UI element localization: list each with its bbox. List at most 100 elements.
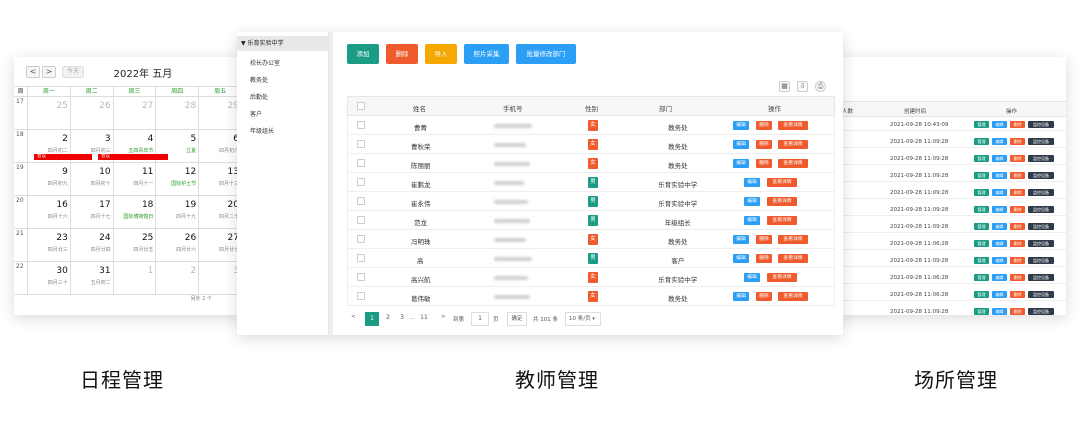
- monitor-device-button[interactable]: 监控设备: [1028, 291, 1054, 298]
- calendar-day-cell[interactable]: 17 四月十七: [71, 196, 114, 228]
- page-3-button[interactable]: 3: [395, 312, 409, 326]
- delete-button[interactable]: 删除: [1010, 257, 1025, 264]
- monitor-device-button[interactable]: 监控设备: [1028, 172, 1054, 179]
- tree-item[interactable]: 教务处: [250, 75, 268, 84]
- edit-button[interactable]: 编辑: [992, 172, 1007, 179]
- calendar-day-cell[interactable]: 30 四月三十: [28, 262, 71, 294]
- delete-button[interactable]: 删除: [1010, 189, 1025, 196]
- manage-button[interactable]: 管理: [974, 172, 989, 179]
- calendar-day-cell[interactable]: 10 四月初十: [71, 163, 114, 195]
- import-button[interactable]: 导入: [425, 44, 457, 64]
- edit-button[interactable]: 编辑: [992, 121, 1007, 128]
- manage-button[interactable]: 管理: [974, 121, 989, 128]
- edit-button[interactable]: 编辑: [744, 273, 760, 282]
- view-details-button[interactable]: 查看详情: [778, 159, 808, 168]
- calendar-day-cell[interactable]: 13 四月十三: [199, 163, 242, 195]
- event-bar[interactable]: 会议: [34, 154, 92, 160]
- edit-button[interactable]: 编辑: [744, 197, 760, 206]
- manage-button[interactable]: 管理: [974, 223, 989, 230]
- delete-button[interactable]: 删除: [756, 121, 772, 130]
- view-details-button[interactable]: 查看详情: [778, 254, 808, 263]
- edit-button[interactable]: 编辑: [733, 235, 749, 244]
- page-1-button[interactable]: 1: [365, 312, 379, 326]
- calendar-day-cell[interactable]: 31 五月初二: [71, 262, 114, 294]
- monitor-device-button[interactable]: 监控设备: [1028, 155, 1054, 162]
- calendar-day-cell[interactable]: 20 四月二十: [199, 196, 242, 228]
- edit-button[interactable]: 编辑: [992, 257, 1007, 264]
- calendar-day-cell[interactable]: 9 四月初九: [28, 163, 71, 195]
- view-details-button[interactable]: 查看详情: [767, 216, 797, 225]
- view-details-button[interactable]: 查看详情: [767, 197, 797, 206]
- delete-button[interactable]: 删除: [1010, 308, 1025, 315]
- calendar-day-cell[interactable]: 27: [114, 97, 157, 129]
- print-icon[interactable]: ⎙: [815, 81, 826, 92]
- manage-button[interactable]: 管理: [974, 291, 989, 298]
- calendar-day-cell[interactable]: 2: [156, 262, 200, 294]
- columns-icon[interactable]: ▦: [779, 81, 790, 92]
- edit-button[interactable]: 编辑: [992, 240, 1007, 247]
- edit-button[interactable]: 编辑: [992, 189, 1007, 196]
- calendar-day-cell[interactable]: 1: [114, 262, 157, 294]
- select-all-checkbox[interactable]: [357, 102, 365, 110]
- calendar-day-cell[interactable]: 27 四月廿七: [199, 229, 242, 261]
- calendar-day-cell[interactable]: 29: [199, 97, 242, 129]
- manage-button[interactable]: 管理: [974, 308, 989, 315]
- delete-button[interactable]: 删除: [756, 235, 772, 244]
- view-details-button[interactable]: 查看详情: [778, 292, 808, 301]
- monitor-device-button[interactable]: 监控设备: [1028, 138, 1054, 145]
- manage-button[interactable]: 管理: [974, 257, 989, 264]
- edit-button[interactable]: 编辑: [733, 121, 749, 130]
- delete-button[interactable]: 删除: [386, 44, 418, 64]
- row-checkbox[interactable]: [357, 159, 365, 167]
- delete-button[interactable]: 删除: [756, 159, 772, 168]
- delete-button[interactable]: 删除: [1010, 274, 1025, 281]
- row-checkbox[interactable]: [357, 292, 365, 300]
- delete-button[interactable]: 删除: [756, 292, 772, 301]
- calendar-day-cell[interactable]: 12 国际护士节: [156, 163, 200, 195]
- calendar-day-cell[interactable]: 26 四月廿六: [156, 229, 200, 261]
- add-button[interactable]: 添加: [347, 44, 379, 64]
- monitor-device-button[interactable]: 监控设备: [1028, 121, 1054, 128]
- manage-button[interactable]: 管理: [974, 189, 989, 196]
- tree-item[interactable]: 校长办公室: [250, 58, 280, 67]
- row-checkbox[interactable]: [357, 235, 365, 243]
- row-checkbox[interactable]: [357, 273, 365, 281]
- tree-root-node[interactable]: ▼ 乐育实验中学: [237, 36, 329, 51]
- monitor-device-button[interactable]: 监控设备: [1028, 274, 1054, 281]
- edit-button[interactable]: 编辑: [992, 308, 1007, 315]
- view-details-button[interactable]: 查看详情: [778, 140, 808, 149]
- delete-button[interactable]: 删除: [756, 140, 772, 149]
- view-details-button[interactable]: 查看详情: [778, 121, 808, 130]
- page-2-button[interactable]: 2: [381, 312, 395, 326]
- monitor-device-button[interactable]: 监控设备: [1028, 189, 1054, 196]
- edit-button[interactable]: 编辑: [992, 138, 1007, 145]
- calendar-day-cell[interactable]: 28: [156, 97, 200, 129]
- next-page-button[interactable]: >: [441, 314, 446, 320]
- edit-button[interactable]: 编辑: [733, 292, 749, 301]
- monitor-device-button[interactable]: 监控设备: [1028, 240, 1054, 247]
- row-checkbox[interactable]: [357, 140, 365, 148]
- tree-item[interactable]: 后勤处: [250, 92, 268, 101]
- calendar-day-cell[interactable]: 26: [71, 97, 114, 129]
- prev-page-button[interactable]: <: [351, 314, 356, 320]
- edit-button[interactable]: 编辑: [992, 274, 1007, 281]
- calendar-day-cell[interactable]: 6四月初六: [199, 130, 242, 162]
- edit-button[interactable]: 编辑: [744, 216, 760, 225]
- row-checkbox[interactable]: [357, 178, 365, 186]
- edit-button[interactable]: 编辑: [992, 223, 1007, 230]
- row-checkbox[interactable]: [357, 197, 365, 205]
- calendar-day-cell[interactable]: 25: [28, 97, 71, 129]
- photo-capture-button[interactable]: 照片采集: [464, 44, 509, 64]
- row-checkbox[interactable]: [357, 121, 365, 129]
- manage-button[interactable]: 管理: [974, 274, 989, 281]
- page-number-input[interactable]: 1: [471, 312, 489, 326]
- monitor-device-button[interactable]: 监控设备: [1028, 223, 1054, 230]
- page-11-button[interactable]: 11: [417, 312, 431, 326]
- batch-edit-department-button[interactable]: 批量修改部门: [516, 44, 576, 64]
- calendar-day-cell[interactable]: 24 四月廿四: [71, 229, 114, 261]
- delete-button[interactable]: 删除: [1010, 240, 1025, 247]
- page-size-select[interactable]: 10 条/页 ▾: [565, 312, 601, 326]
- confirm-page-button[interactable]: 确定: [507, 312, 527, 326]
- manage-button[interactable]: 管理: [974, 206, 989, 213]
- manage-button[interactable]: 管理: [974, 240, 989, 247]
